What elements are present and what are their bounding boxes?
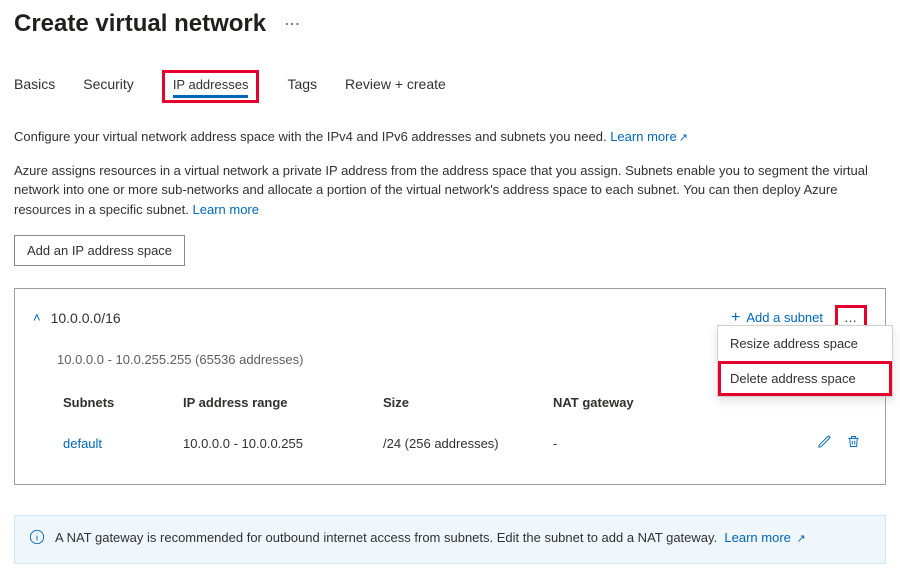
tab-review[interactable]: Review + create (345, 70, 446, 103)
info-icon (29, 529, 45, 551)
add-subnet-button[interactable]: + Add a subnet (731, 309, 823, 327)
tab-ip-addresses[interactable]: IP addresses (162, 70, 260, 103)
table-row: default 10.0.0.0 - 10.0.0.255 /24 (256 a… (63, 424, 867, 462)
tab-tags[interactable]: Tags (287, 70, 317, 103)
delete-icon[interactable] (846, 434, 861, 452)
tab-bar: Basics Security IP addresses Tags Review… (14, 70, 886, 103)
menu-resize-address-space[interactable]: Resize address space (718, 326, 892, 361)
subnet-range: 10.0.0.0 - 10.0.0.255 (183, 436, 373, 451)
external-link-icon: ↗ (797, 533, 806, 545)
external-link-icon: ↗ (679, 132, 688, 144)
learn-more-link-1[interactable]: Learn more↗ (610, 129, 688, 144)
banner-text: A NAT gateway is recommended for outboun… (55, 530, 717, 545)
intro-line-2: Azure assigns resources in a virtual net… (14, 161, 886, 220)
menu-delete-address-space[interactable]: Delete address space (718, 361, 892, 396)
col-range: IP address range (183, 395, 373, 410)
nat-info-banner: A NAT gateway is recommended for outboun… (14, 515, 886, 564)
chevron-up-icon[interactable]: ˄ (33, 310, 41, 325)
intro-line-1: Configure your virtual network address s… (14, 127, 886, 147)
subnet-size: /24 (256 addresses) (383, 436, 543, 451)
edit-icon[interactable] (817, 434, 832, 452)
page-title: Create virtual network (14, 10, 266, 38)
tab-security[interactable]: Security (83, 70, 134, 103)
context-menu: Resize address space Delete address spac… (717, 325, 893, 397)
learn-more-link-2[interactable]: Learn more (193, 202, 259, 217)
intro-text-2: Azure assigns resources in a virtual net… (14, 163, 868, 217)
banner-learn-more-link[interactable]: Learn more ↗ (724, 530, 805, 545)
plus-icon: + (731, 309, 740, 327)
address-space-cidr: 10.0.0.0/16 (51, 310, 121, 326)
intro-text-1: Configure your virtual network address s… (14, 129, 607, 144)
add-ip-space-button[interactable]: Add an IP address space (14, 235, 185, 266)
tab-basics[interactable]: Basics (14, 70, 55, 103)
subnet-table: Subnets IP address range Size NAT gatewa… (63, 395, 867, 462)
subnet-name-link[interactable]: default (63, 436, 173, 451)
add-subnet-label: Add a subnet (746, 310, 823, 325)
address-space-card: ˄ 10.0.0.0/16 + Add a subnet … Resize ad… (14, 288, 886, 485)
tab-ip-addresses-label: IP addresses (173, 77, 249, 98)
col-subnets: Subnets (63, 395, 173, 410)
more-icon[interactable]: ⋯ (284, 14, 301, 34)
subnet-nat: - (553, 436, 683, 451)
col-size: Size (383, 395, 543, 410)
col-nat: NAT gateway (553, 395, 683, 410)
